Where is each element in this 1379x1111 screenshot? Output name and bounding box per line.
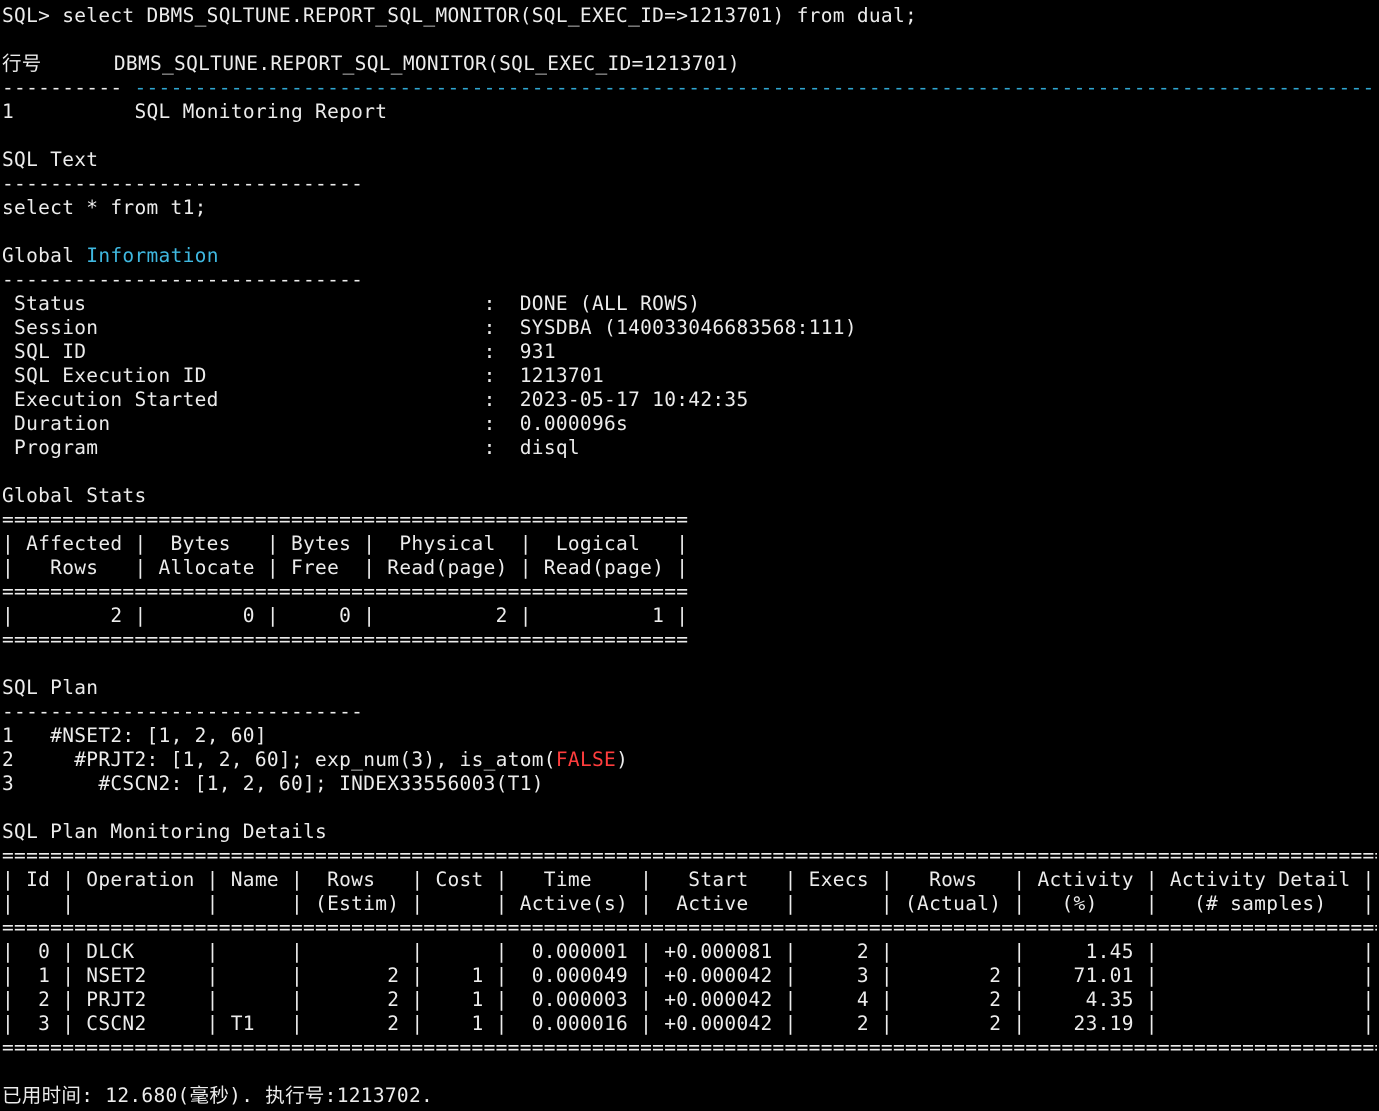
info-value: SYSDBA (140033046683568:111) <box>519 316 857 339</box>
result-row-number: 1 <box>2 100 15 123</box>
plan-monitoring-row: | 0 | DLCK | | | | 0.000001 | +0.000081 … <box>2 940 1375 963</box>
plan-step-text: #NSET2: [1, 2, 60] <box>50 724 267 747</box>
global-information-row: Session : SYSDBA (140033046683568:111) <box>2 316 1377 340</box>
report-title: SQL Monitoring Report <box>134 100 388 123</box>
info-value: disql <box>519 436 580 459</box>
result-header-rule: ---------- -----------------------------… <box>2 76 1377 100</box>
global-stats-data-row: | 2 | 0 | 0 | 2 | 1 | <box>2 604 689 627</box>
plan-step-text-tail: ) <box>616 748 629 771</box>
plan-step-text: #PRJT2: [1, 2, 60]; exp_num(3), is_atom( <box>74 748 556 771</box>
plan-monitoring-border: ========================================… <box>2 1036 1377 1059</box>
sql-plan-step: 1 #NSET2: [1, 2, 60] <box>2 724 1377 748</box>
sql-plan-heading: SQL Plan <box>2 676 99 699</box>
global-information-heading: Global Information <box>2 244 1377 268</box>
info-separator: : <box>98 316 520 339</box>
global-information-row: Status : DONE (ALL ROWS) <box>2 292 1377 316</box>
global-information-row: Execution Started : 2023-05-17 10:42:35 <box>2 388 1377 412</box>
sql-plan-step: 3 #CSCN2: [1, 2, 60]; INDEX33556003(T1) <box>2 772 1377 796</box>
sql-command-line: SQL> select DBMS_SQLTUNE.REPORT_SQL_MONI… <box>2 4 918 27</box>
sql-plan-step: 2 #PRJT2: [1, 2, 60]; exp_num(3), is_ato… <box>2 748 1377 772</box>
plan-step-number: 1 <box>2 724 15 747</box>
info-separator: : <box>86 340 520 363</box>
info-value: 2023-05-17 10:42:35 <box>519 388 749 411</box>
info-separator: : <box>98 436 520 459</box>
global-information-list: Status : DONE (ALL ROWS) Session : SYSDB… <box>2 292 1377 460</box>
plan-monitoring-border: ========================================… <box>2 844 1377 867</box>
global-stats-header-line: | Affected | Bytes | Bytes | Physical | … <box>2 532 689 555</box>
global-information-heading-prefix: Global <box>2 244 75 267</box>
info-value: 931 <box>519 340 556 363</box>
info-label: SQL ID <box>2 340 87 363</box>
info-value: 1213701 <box>519 364 605 387</box>
plan-step-text: #CSCN2: [1, 2, 60]; INDEX33556003(T1) <box>98 772 544 795</box>
elapsed-time-footer: 已用时间: 12.680(毫秒). 执行号:1213702. <box>2 1084 434 1107</box>
info-separator: : <box>206 364 520 387</box>
row-number-rule: ---------- <box>2 76 123 99</box>
info-label: Execution Started <box>2 388 219 411</box>
plan-monitoring-row: | 3 | CSCN2 | T1 | 2 | 1 | 0.000016 | +0… <box>2 1012 1375 1035</box>
result-column-header: 行号 DBMS_SQLTUNE.REPORT_SQL_MONITOR(SQL_E… <box>2 52 1377 76</box>
plan-step-number: 3 <box>2 772 15 795</box>
row-number-label: 行号 <box>2 52 42 75</box>
global-information-row: SQL Execution ID : 1213701 <box>2 364 1377 388</box>
info-label: Status <box>2 292 87 315</box>
info-label: Session <box>2 316 99 339</box>
info-label: SQL Execution ID <box>2 364 207 387</box>
plan-monitoring-heading: SQL Plan Monitoring Details <box>2 820 328 843</box>
info-value: 0.000096s <box>519 412 629 435</box>
result-column-name: DBMS_SQLTUNE.REPORT_SQL_MONITOR(SQL_EXEC… <box>113 52 740 75</box>
global-information-rule: ------------------------------ <box>2 268 364 291</box>
column-rule: ----------------------------------------… <box>134 76 1375 99</box>
global-stats-border: ========================================… <box>2 580 689 603</box>
info-label: Program <box>2 436 99 459</box>
sql-text-heading: SQL Text <box>2 148 99 171</box>
plan-step-literal: FALSE <box>555 748 617 771</box>
terminal-output[interactable]: SQL> select DBMS_SQLTUNE.REPORT_SQL_MONI… <box>2 4 1377 1108</box>
sql-text-content: select * from t1; <box>2 196 207 219</box>
plan-monitoring-header-line: | | | | (Estim) | | Active(s) | Active |… <box>2 892 1375 915</box>
plan-step-number: 2 <box>2 748 15 771</box>
info-separator: : <box>110 412 520 435</box>
info-separator: : <box>218 388 520 411</box>
info-separator: : <box>86 292 520 315</box>
sql-plan-rule: ------------------------------ <box>2 700 364 723</box>
global-stats-header-line: | Rows | Allocate | Free | Read(page) | … <box>2 556 689 579</box>
plan-monitoring-border: ========================================… <box>2 916 1377 939</box>
global-stats-border: ========================================… <box>2 628 689 651</box>
sql-text-rule: ------------------------------ <box>2 172 364 195</box>
global-information-row: SQL ID : 931 <box>2 340 1377 364</box>
global-stats-border: ========================================… <box>2 508 689 531</box>
plan-monitoring-header-line: | Id | Operation | Name | Rows | Cost | … <box>2 868 1375 891</box>
global-information-row: Duration : 0.000096s <box>2 412 1377 436</box>
global-information-row: Program : disql <box>2 436 1377 460</box>
info-label: Duration <box>2 412 111 435</box>
plan-monitoring-row: | 2 | PRJT2 | | 2 | 1 | 0.000003 | +0.00… <box>2 988 1375 1011</box>
global-information-heading-keyword: Information <box>86 244 219 267</box>
plan-monitoring-row: | 1 | NSET2 | | 2 | 1 | 0.000049 | +0.00… <box>2 964 1375 987</box>
result-row: 1 SQL Monitoring Report <box>2 100 1377 124</box>
global-stats-heading: Global Stats <box>2 484 147 507</box>
info-value: DONE (ALL ROWS) <box>519 292 701 315</box>
